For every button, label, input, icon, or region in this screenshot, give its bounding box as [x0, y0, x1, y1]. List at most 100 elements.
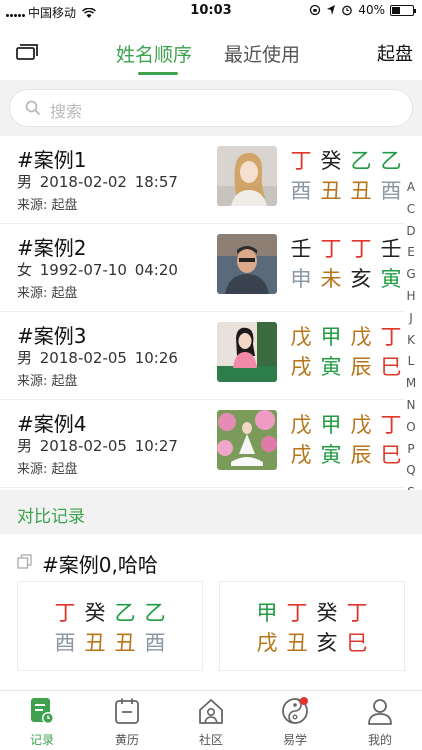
pillar-branch: 戌 — [290, 443, 312, 467]
case-source: 来源: 起盘 — [17, 374, 78, 389]
tab-study[interactable]: 易学 — [260, 697, 330, 748]
bazi-pillars: 丁癸乙乙酉丑丑酉 — [286, 146, 406, 206]
avatar — [217, 322, 277, 382]
bazi-pillars: 丁癸乙乙酉丑丑酉 — [50, 598, 170, 658]
case-name: #案例2 — [17, 236, 87, 260]
record-icon — [31, 698, 54, 724]
case-birth-info: 女 1992-07-10 04:20 — [17, 261, 178, 279]
index-letter[interactable]: G — [402, 264, 420, 286]
pillar-stem: 乙 — [380, 149, 402, 173]
navigation-bar: 姓名顺序 最近使用 起盘 — [0, 22, 422, 80]
stem-row: 丁癸乙乙 — [50, 598, 170, 628]
index-letter[interactable]: E — [402, 242, 420, 264]
pillar-stem: 壬 — [290, 237, 312, 261]
pillar-branch: 丑 — [84, 631, 106, 655]
tab-record[interactable]: 记录 — [7, 697, 77, 748]
pillar-stem: 甲 — [256, 601, 278, 625]
case-source: 来源: 起盘 — [17, 462, 78, 477]
pillar-branch: 酉 — [144, 631, 166, 655]
avatar — [217, 146, 277, 206]
rotation-lock-icon — [310, 4, 321, 16]
pillar-stem: 乙 — [114, 601, 136, 625]
compare-chart-right[interactable]: 甲丁癸丁戌丑亥巳 — [219, 581, 405, 671]
pillar-stem: 甲 — [320, 325, 342, 349]
case-row[interactable]: #案例2 女 1992-07-10 04:20 来源: 起盘 壬丁丁壬申未亥寅 — [0, 224, 405, 312]
tab-record-label: 记录 — [29, 733, 54, 747]
pillar-branch: 酉 — [290, 179, 312, 203]
tab-study-label: 易学 — [282, 733, 307, 747]
pillar-stem: 丁 — [286, 601, 308, 625]
search-input[interactable]: 搜索 — [9, 89, 413, 127]
status-bar: 中国移动 10:03 40% — [0, 0, 422, 22]
avatar — [217, 410, 277, 470]
index-letter[interactable]: L — [402, 351, 420, 373]
case-birth-info: 男 2018-02-05 10:26 — [17, 349, 178, 367]
index-letter[interactable]: K — [402, 330, 420, 352]
index-letter[interactable]: C — [402, 199, 420, 221]
battery-percent: 40% — [358, 3, 385, 17]
index-letter[interactable]: M — [402, 373, 420, 395]
tab-community[interactable]: 社区 — [176, 697, 246, 748]
case-list: #案例1 男 2018-02-02 18:57 来源: 起盘 丁癸乙乙酉丑丑酉 … — [0, 136, 422, 490]
case-name: #案例4 — [17, 412, 87, 436]
stem-row: 丁癸乙乙 — [286, 146, 406, 176]
index-letter[interactable]: D — [402, 221, 420, 243]
index-letter[interactable]: N — [402, 395, 420, 417]
index-letter[interactable]: P — [402, 439, 420, 461]
compare-title: #案例0,哈哈 — [42, 553, 158, 577]
pillar-stem: 乙 — [144, 601, 166, 625]
tab-profile[interactable]: 我的 — [345, 697, 415, 748]
index-letter[interactable]: Q — [402, 460, 420, 482]
pillar-branch: 亥 — [316, 631, 338, 655]
bottom-tab-bar: 记录 黄历 社区 易学 我的 — [0, 690, 422, 750]
status-right: 40% — [309, 3, 416, 17]
location-icon — [327, 5, 336, 15]
case-source: 来源: 起盘 — [17, 286, 78, 301]
new-chart-button[interactable]: 起盘 — [377, 40, 413, 66]
pillar-branch: 申 — [290, 267, 312, 291]
index-letter[interactable]: A — [402, 177, 420, 199]
case-name: #案例3 — [17, 324, 87, 348]
index-letter[interactable]: O — [402, 417, 420, 439]
case-name: #案例1 — [17, 148, 87, 172]
pillar-branch: 辰 — [350, 443, 372, 467]
community-icon — [199, 699, 223, 724]
tab-recent[interactable]: 最近使用 — [224, 40, 300, 67]
tab-active-indicator — [138, 72, 178, 75]
pillar-branch: 寅 — [320, 443, 342, 467]
pillar-branch: 丑 — [286, 631, 308, 655]
pillar-branch: 丑 — [350, 179, 372, 203]
compare-header-label: 对比记录 — [17, 507, 85, 527]
index-letter[interactable]: J — [402, 308, 420, 330]
search-icon — [25, 100, 41, 116]
compare-record[interactable]: #案例0,哈哈 丁癸乙乙酉丑丑酉 甲丁癸丁戌丑亥巳 — [0, 534, 422, 690]
tab-almanac[interactable]: 黄历 — [92, 697, 162, 748]
compare-section-header: 对比记录 — [0, 490, 422, 534]
battery-fill — [392, 6, 400, 14]
stem-row: 甲丁癸丁 — [252, 598, 372, 628]
stem-row: 戊甲戊丁 — [286, 322, 406, 352]
case-row[interactable]: #案例3 男 2018-02-05 10:26 来源: 起盘 戊甲戊丁戌寅辰巳 — [0, 312, 405, 400]
pillar-stem: 癸 — [316, 601, 338, 625]
copy-icon — [17, 554, 32, 569]
avatar — [217, 234, 277, 294]
pillar-stem: 戊 — [290, 325, 312, 349]
branch-row: 酉丑丑酉 — [286, 176, 406, 206]
pillar-branch: 辰 — [350, 355, 372, 379]
case-row[interactable]: #案例4 男 2018-02-05 10:27 来源: 起盘 戊甲戊丁戌寅辰巳 — [0, 400, 405, 488]
index-letter[interactable]: H — [402, 286, 420, 308]
pillar-branch: 戌 — [290, 355, 312, 379]
search-area: 搜索 — [0, 80, 422, 136]
pillar-branch: 酉 — [54, 631, 76, 655]
pillar-stem: 癸 — [84, 601, 106, 625]
tab-name-order[interactable]: 姓名顺序 — [116, 40, 192, 67]
branch-row: 戌寅辰巳 — [286, 440, 406, 470]
compare-chart-left[interactable]: 丁癸乙乙酉丑丑酉 — [17, 581, 203, 671]
profile-icon — [368, 699, 392, 725]
pillar-branch: 亥 — [350, 267, 372, 291]
branch-row: 申未亥寅 — [286, 264, 406, 294]
pillar-stem: 戊 — [290, 413, 312, 437]
layers-icon[interactable] — [16, 44, 38, 60]
bazi-pillars: 甲丁癸丁戌丑亥巳 — [252, 598, 372, 658]
case-row[interactable]: #案例1 男 2018-02-02 18:57 来源: 起盘 丁癸乙乙酉丑丑酉 — [0, 136, 405, 224]
